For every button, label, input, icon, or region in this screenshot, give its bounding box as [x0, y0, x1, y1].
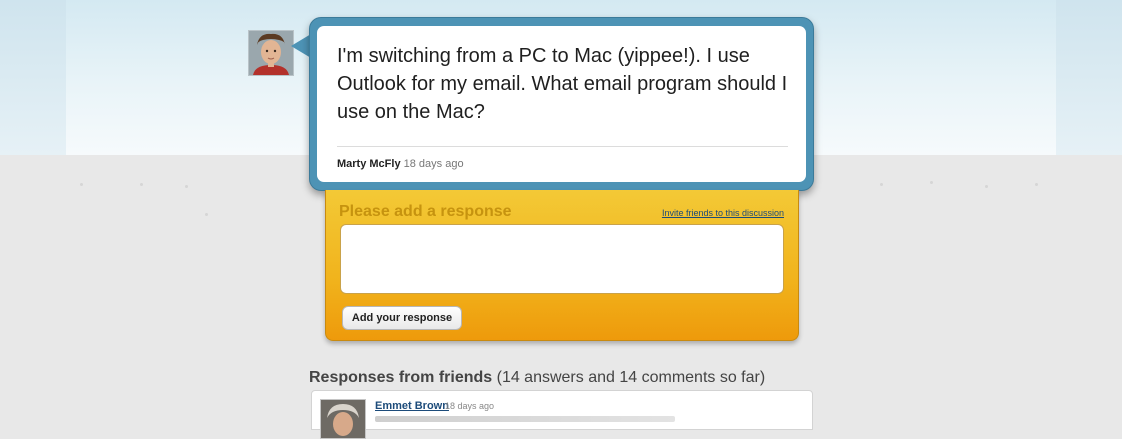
question-meta: Marty McFly 18 days ago [337, 158, 464, 170]
question-card: I'm switching from a PC to Mac (yippee!)… [317, 26, 806, 182]
invite-friends-link[interactable]: Invite friends to this discussion [662, 208, 784, 218]
responses-heading-title: Responses from friends [309, 369, 493, 386]
question-time: 18 days ago [403, 158, 464, 170]
right-edge-panel [1056, 0, 1122, 155]
response-form-title: Please add a response [339, 203, 512, 220]
responder-name[interactable]: Emmet Brown [375, 400, 449, 412]
response-text-preview [375, 416, 675, 422]
add-response-button[interactable]: Add your response [342, 306, 462, 330]
left-edge-panel [0, 0, 66, 155]
question-text: I'm switching from a PC to Mac (yippee!)… [337, 45, 788, 123]
asker-avatar[interactable] [248, 30, 294, 76]
response-form: Please add a response Invite friends to … [325, 190, 799, 341]
speech-bubble-tail [291, 34, 311, 58]
question-bubble: I'm switching from a PC to Mac (yippee!)… [309, 17, 814, 191]
user-photo-icon [249, 31, 293, 75]
response-input[interactable] [340, 224, 784, 294]
responses-heading: Responses from friends (14 answers and 1… [309, 369, 765, 387]
responses-count: (14 answers and 14 comments so far) [496, 369, 766, 386]
response-time: 18 days ago [445, 401, 495, 411]
response-item: Emmet Brown 18 days ago [311, 390, 813, 439]
question-author[interactable]: Marty McFly [337, 158, 401, 170]
responder-avatar[interactable] [320, 399, 366, 439]
divider [337, 146, 788, 147]
